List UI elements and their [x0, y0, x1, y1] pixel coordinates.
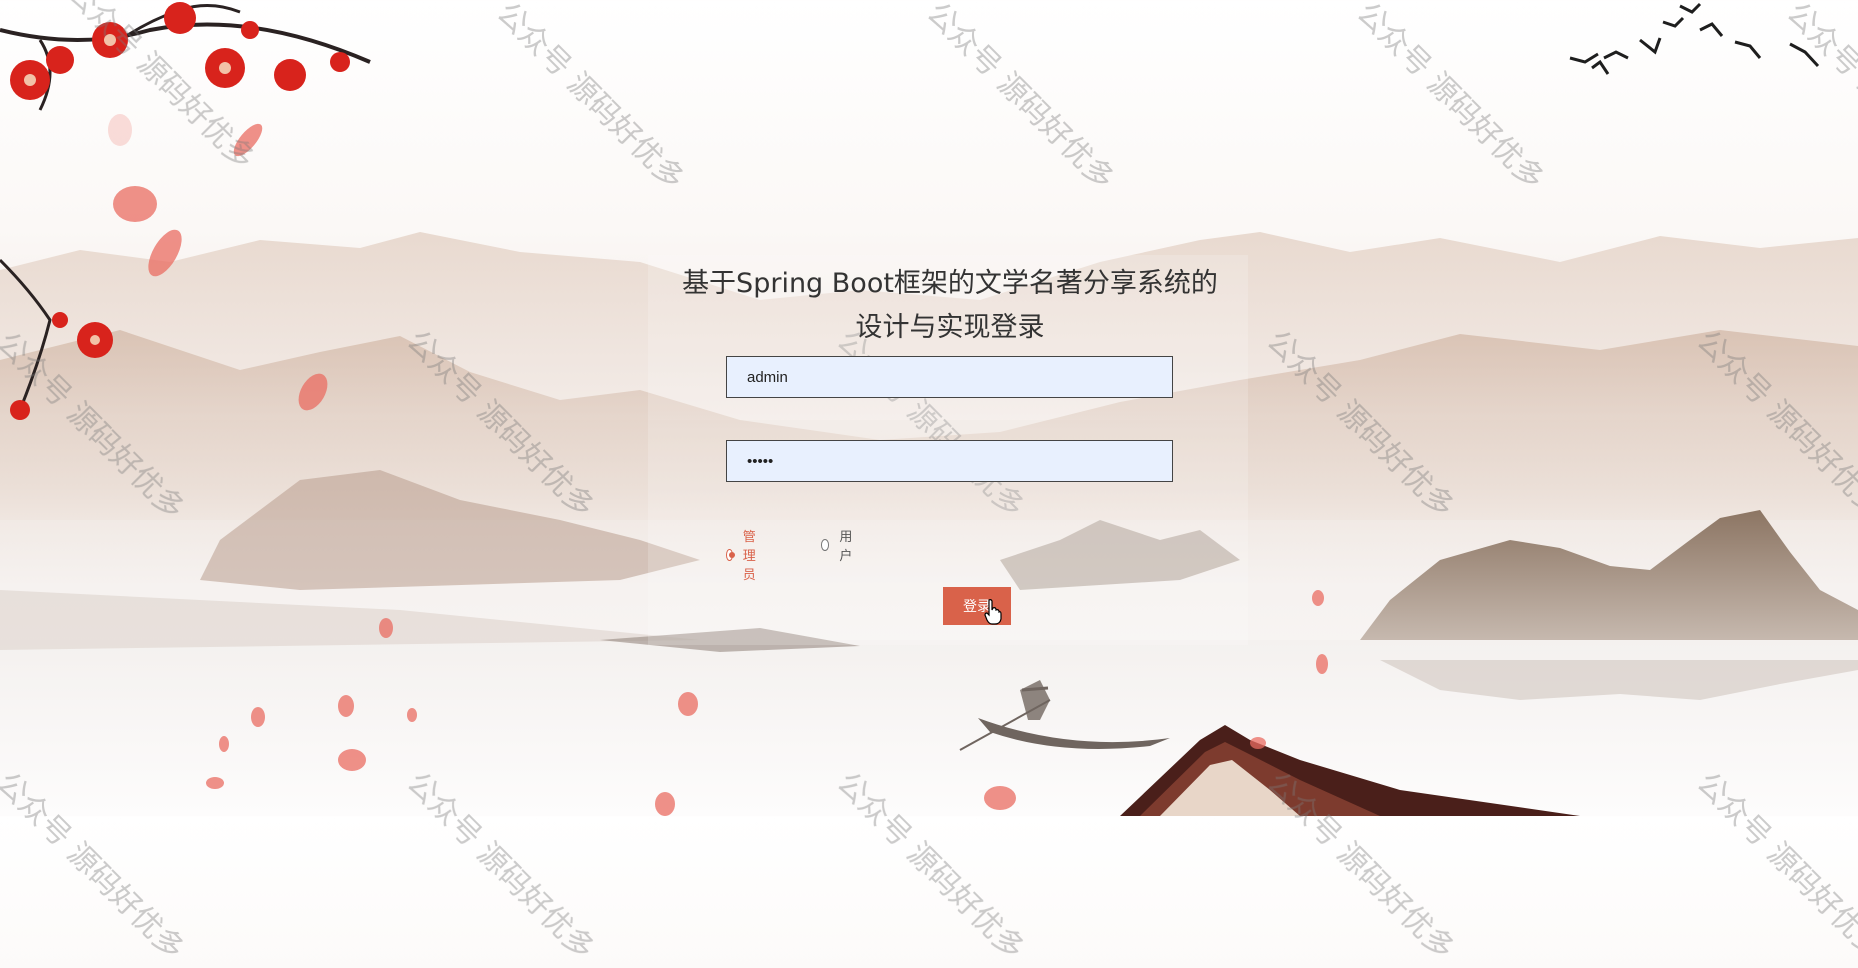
- page-title-line1: 基于Spring Boot框架的文学名著分享系统的: [682, 268, 1218, 299]
- role-admin-option[interactable]: 管理员: [726, 526, 761, 583]
- password-input[interactable]: [726, 440, 1173, 482]
- radio-unchecked-icon[interactable]: [821, 539, 830, 551]
- page-title-line2: 设计与实现登录: [855, 312, 1045, 343]
- username-input[interactable]: [726, 356, 1173, 398]
- page-title: 基于Spring Boot框架的文学名著分享系统的 设计与实现登录: [560, 262, 1340, 350]
- radio-checked-icon[interactable]: [726, 548, 735, 561]
- role-user-option[interactable]: 用户: [821, 526, 856, 564]
- hand-pointer-cursor-icon: [984, 599, 1002, 625]
- role-user-label: 用户: [839, 530, 853, 564]
- role-admin-label: 管理员: [742, 530, 756, 583]
- flying-birds-icon: [1569, 2, 1820, 75]
